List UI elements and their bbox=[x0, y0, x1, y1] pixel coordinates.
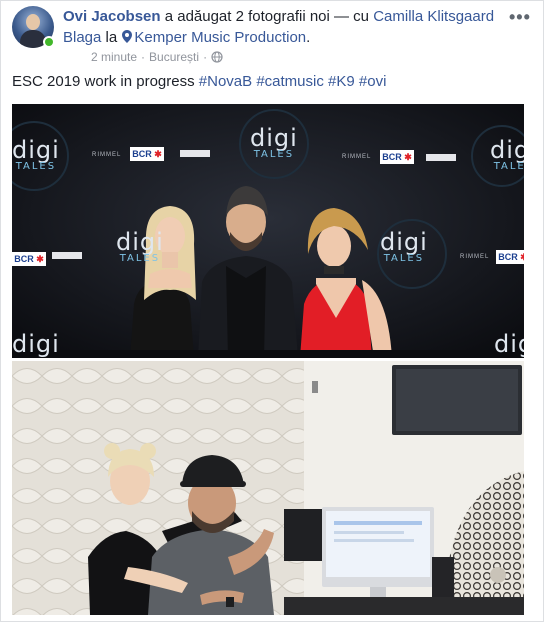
post-card: Ovi Jacobsen a adăugat 2 fotografii noi … bbox=[0, 0, 544, 622]
sponsor-logo bbox=[180, 150, 210, 157]
press-wall-logo: digi TALES bbox=[250, 124, 298, 160]
hashtag-link[interactable]: #NovaB bbox=[199, 73, 252, 90]
online-status-dot bbox=[43, 36, 55, 48]
location-link[interactable]: Kemper Music Production bbox=[134, 29, 306, 46]
post-timestamp-link[interactable]: 2 minute bbox=[91, 50, 137, 64]
globe-icon[interactable] bbox=[211, 51, 223, 63]
press-wall-logo: digi TALES bbox=[12, 136, 60, 172]
sponsor-text: RIMMEL bbox=[92, 152, 122, 158]
location-pin-icon bbox=[122, 30, 133, 43]
press-wall-logo: digi TALES bbox=[116, 228, 164, 264]
studio-scene bbox=[12, 361, 524, 615]
sponsor-logo bbox=[52, 252, 82, 259]
press-wall-logo: digi TALES bbox=[490, 136, 524, 172]
post-city-link[interactable]: București bbox=[149, 50, 199, 64]
post-text-body: ESC 2019 work in progress bbox=[12, 73, 199, 90]
hashtag-link[interactable]: #ovi bbox=[359, 73, 387, 90]
sponsor-logo: BCR ✱ bbox=[496, 250, 524, 264]
meta-separator: · bbox=[141, 50, 146, 64]
post-action-text: a adăugat 2 fotografii noi — cu bbox=[160, 8, 374, 25]
sponsor-text: RIMMEL bbox=[342, 154, 372, 160]
post-header: Ovi Jacobsen a adăugat 2 fotografii noi … bbox=[63, 6, 503, 48]
sponsor-text: RIMMEL bbox=[460, 254, 490, 260]
avatar-body bbox=[20, 30, 46, 48]
post-photo-1[interactable]: digi TALES digi TALES digi TALES digi TA… bbox=[12, 104, 524, 358]
more-options-button[interactable]: ••• bbox=[509, 7, 531, 28]
author-name-link[interactable]: Ovi Jacobsen bbox=[63, 8, 161, 25]
header-period: . bbox=[306, 29, 311, 46]
press-wall-logo: digi bbox=[12, 330, 60, 358]
avatar-head bbox=[26, 14, 40, 30]
post-meta: 2 minute · București · bbox=[91, 50, 223, 64]
post-text: ESC 2019 work in progress #NovaB #catmus… bbox=[12, 72, 386, 92]
press-wall-logo: digi bbox=[494, 330, 524, 358]
sponsor-logo: BCR ✱ bbox=[12, 252, 46, 266]
sponsor-logo: BCR ✱ bbox=[380, 150, 414, 164]
press-wall-logo: digi TALES bbox=[380, 228, 428, 264]
sponsor-logo bbox=[426, 154, 456, 161]
sponsor-logo: BCR ✱ bbox=[130, 147, 164, 161]
meta-separator: · bbox=[203, 50, 208, 64]
post-photo-2[interactable] bbox=[12, 361, 524, 615]
location-prefix: la bbox=[101, 29, 122, 46]
hashtag-link[interactable]: #catmusic bbox=[256, 73, 324, 90]
hashtag-link[interactable]: #K9 bbox=[328, 73, 355, 90]
